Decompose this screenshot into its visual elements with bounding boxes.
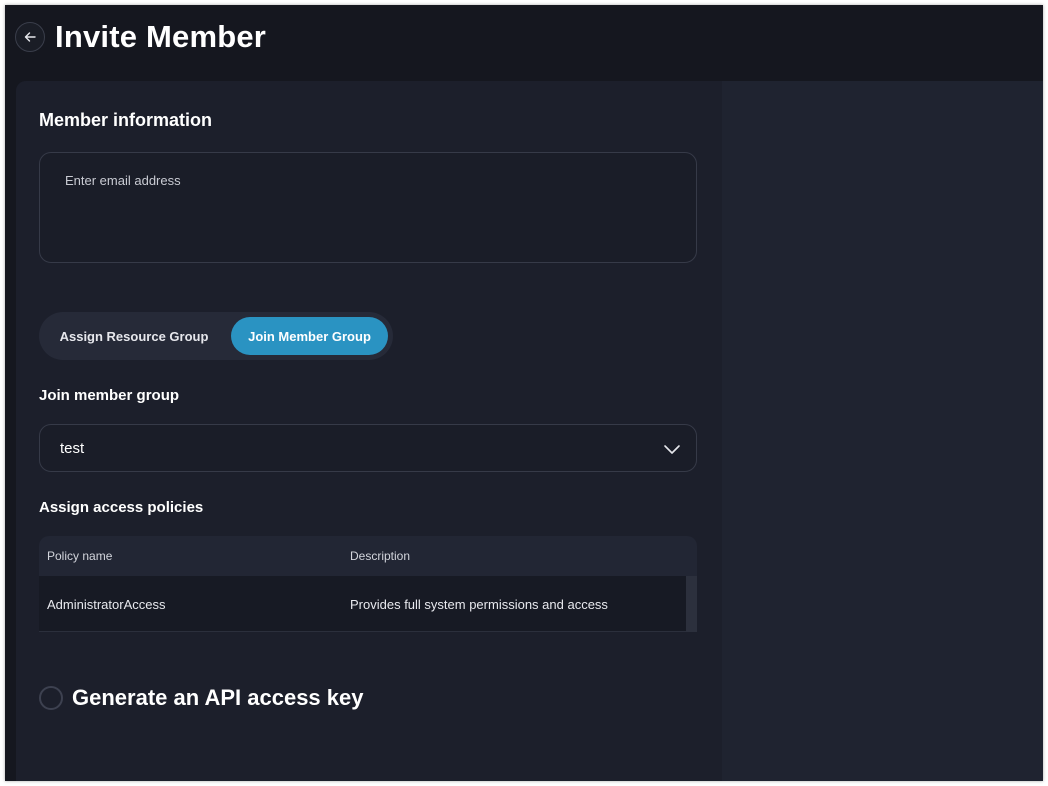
email-input-container <box>39 152 697 263</box>
policies-table: Policy name Description AdministratorAcc… <box>39 536 697 632</box>
api-key-radio[interactable] <box>39 686 63 710</box>
join-member-group-tab[interactable]: Join Member Group <box>231 317 388 355</box>
api-key-label: Generate an API access key <box>72 685 364 710</box>
member-group-select[interactable]: test <box>39 424 697 472</box>
policy-description-cell: Provides full system permissions and acc… <box>350 597 608 612</box>
join-member-group-label: Join member group <box>39 387 180 404</box>
table-scrollbar[interactable] <box>686 576 697 632</box>
arrow-left-icon <box>24 32 36 42</box>
app-window: Invite Member Member information Assign … <box>5 5 1043 781</box>
policy-name-cell: AdministratorAccess <box>47 597 166 612</box>
table-header: Policy name Description <box>39 536 697 576</box>
chevron-down-icon <box>664 445 680 454</box>
page-title: Invite Member <box>55 19 267 54</box>
member-information-heading: Member information <box>39 110 213 130</box>
api-key-option: Generate an API access key <box>39 685 439 713</box>
column-header-policy-name: Policy name <box>47 549 113 563</box>
column-header-description: Description <box>350 549 411 563</box>
email-input[interactable] <box>63 171 677 255</box>
assignment-toggle: Assign Resource Group Join Member Group <box>39 312 393 360</box>
table-row[interactable]: AdministratorAccess Provides full system… <box>39 576 686 632</box>
page-header: Invite Member <box>5 5 1043 81</box>
content-panel: Member information Assign Resource Group… <box>16 81 1043 781</box>
member-group-selected-value: test <box>60 440 85 457</box>
assign-access-policies-label: Assign access policies <box>39 499 204 516</box>
back-button[interactable] <box>15 22 45 52</box>
assign-resource-group-tab[interactable]: Assign Resource Group <box>43 317 225 355</box>
side-pane <box>722 81 1043 781</box>
form-pane: Member information Assign Resource Group… <box>16 81 722 781</box>
